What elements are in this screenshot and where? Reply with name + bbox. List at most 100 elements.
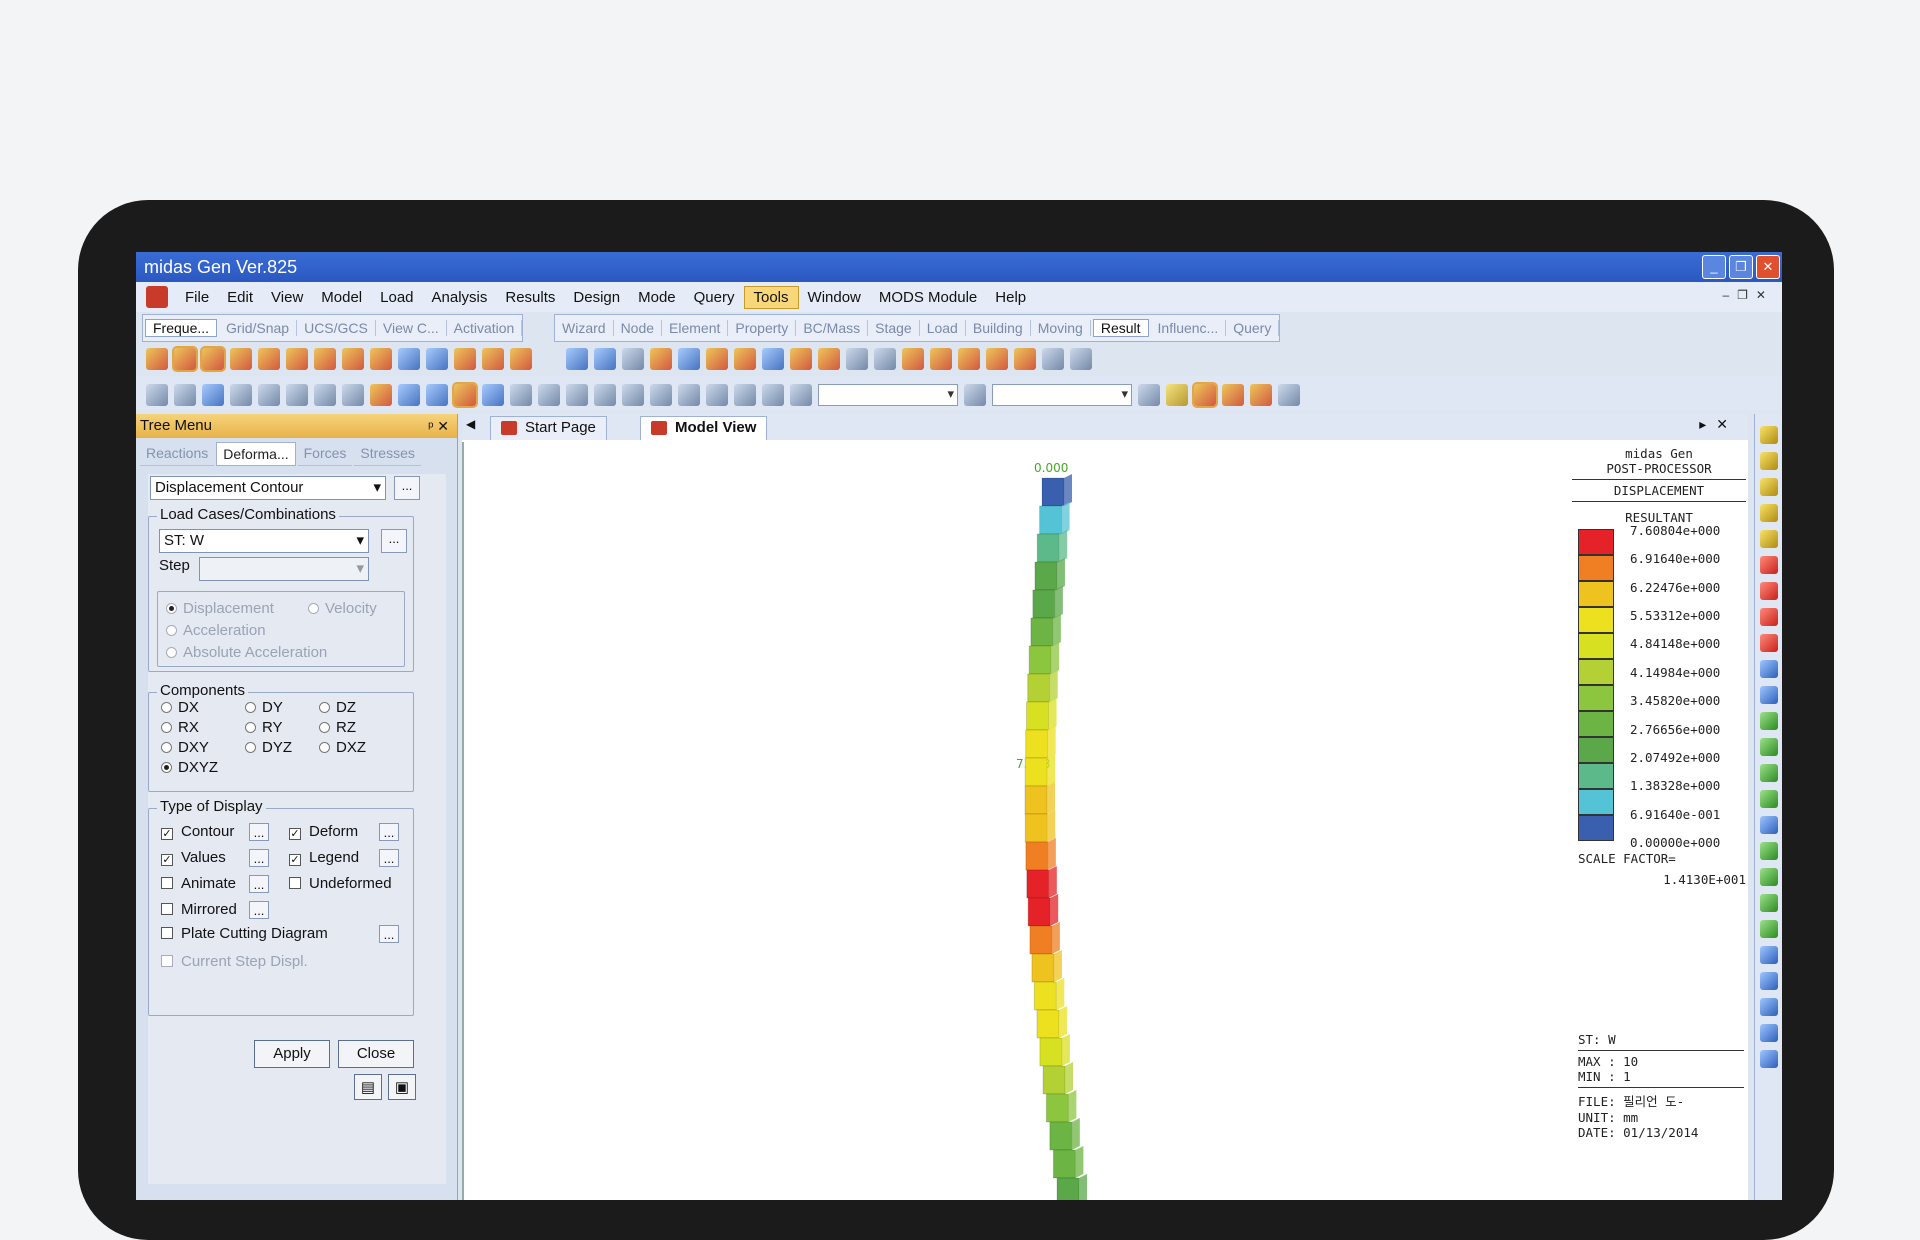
menu-item-analysis[interactable]: Analysis xyxy=(423,287,497,308)
tool-icon[interactable] xyxy=(566,348,588,370)
ribbon-tab[interactable]: Property xyxy=(728,320,797,336)
ribbon-tab[interactable]: Result xyxy=(1092,319,1149,337)
minimize-button[interactable]: _ xyxy=(1702,255,1726,279)
menu-item-file[interactable]: File xyxy=(176,287,218,308)
menu-item-query[interactable]: Query xyxy=(685,287,744,308)
ribbon-tab[interactable]: View C... xyxy=(376,320,447,336)
ribbon-tab[interactable]: Wizard xyxy=(555,320,614,336)
tool-icon[interactable] xyxy=(510,384,532,406)
ribbon-tab[interactable]: Element xyxy=(662,320,729,336)
ribbon-tab[interactable]: BC/Mass xyxy=(796,320,869,336)
step-select[interactable] xyxy=(199,557,369,581)
tree-tab[interactable]: Stresses xyxy=(354,442,421,466)
scroll-left-icon[interactable]: ◀ xyxy=(466,417,475,431)
tool-icon[interactable] xyxy=(370,384,392,406)
tool-icon[interactable] xyxy=(398,348,420,370)
tool-icon[interactable] xyxy=(930,348,952,370)
tool-icon[interactable] xyxy=(594,384,616,406)
close-window-button[interactable]: ✕ xyxy=(1756,255,1780,279)
render-icon[interactable] xyxy=(1759,972,1778,990)
menu-item-edit[interactable]: Edit xyxy=(218,287,262,308)
magnify-icon[interactable] xyxy=(1759,998,1778,1016)
ribbon-tab[interactable]: Activation xyxy=(447,320,523,336)
rotate-icon[interactable] xyxy=(1759,842,1778,860)
tool-icon[interactable] xyxy=(146,348,168,370)
load-case-select[interactable]: ST: W xyxy=(159,529,369,553)
tool-icon[interactable] xyxy=(370,348,392,370)
option-velocity[interactable]: Velocity xyxy=(308,600,377,617)
menu-item-load[interactable]: Load xyxy=(371,287,422,308)
tab-start-page[interactable]: Start Page xyxy=(490,416,607,440)
component-radio-dx[interactable]: DX xyxy=(161,699,199,716)
tool-icon[interactable] xyxy=(342,348,364,370)
tool-icon[interactable] xyxy=(510,348,532,370)
tool-icon[interactable] xyxy=(1138,384,1160,406)
component-radio-dxyz[interactable]: DXYZ xyxy=(161,759,218,776)
tool-icon[interactable] xyxy=(964,384,986,406)
tool-icon[interactable] xyxy=(566,384,588,406)
tab-model-view[interactable]: Model View xyxy=(640,416,768,440)
contour-options-button[interactable]: ... xyxy=(249,823,269,841)
tool-icon[interactable] xyxy=(790,348,812,370)
model-canvas[interactable]: 0.000 7.608 xyxy=(462,442,1748,1200)
tool-icon[interactable] xyxy=(482,384,504,406)
lock-active-icon[interactable] xyxy=(1192,382,1218,408)
tool-icon[interactable] xyxy=(426,384,448,406)
new-file-icon[interactable] xyxy=(146,384,168,406)
tool-icon[interactable] xyxy=(1070,348,1092,370)
tool-icon[interactable] xyxy=(538,384,560,406)
component-radio-dz[interactable]: DZ xyxy=(319,699,356,716)
rotate-icon[interactable] xyxy=(1759,894,1778,912)
menu-item-tools[interactable]: Tools xyxy=(743,285,799,309)
contour-type-select[interactable]: Displacement Contour xyxy=(150,476,386,500)
tool-icon[interactable] xyxy=(734,384,756,406)
tool-icon[interactable] xyxy=(426,348,448,370)
tool-icon[interactable] xyxy=(482,348,504,370)
undeformed-checkbox[interactable]: Undeformed xyxy=(289,875,392,892)
legend-options-button[interactable]: ... xyxy=(379,849,399,867)
tool-icon[interactable] xyxy=(1222,384,1244,406)
option-absolute-acceleration[interactable]: Absolute Acceleration xyxy=(166,644,327,661)
tool-icon[interactable] xyxy=(594,348,616,370)
app-icon[interactable] xyxy=(146,286,168,308)
load-case-options-button[interactable]: ... xyxy=(381,529,407,553)
print-icon[interactable] xyxy=(314,384,336,406)
tool-icon[interactable] xyxy=(1278,384,1300,406)
panel-tool-icon[interactable]: ▤ xyxy=(354,1074,382,1100)
zoom-icon[interactable] xyxy=(1759,452,1778,470)
tool-icon[interactable] xyxy=(622,348,644,370)
component-radio-dyz[interactable]: DYZ xyxy=(245,739,292,756)
tool-icon[interactable] xyxy=(258,348,280,370)
move-icon[interactable] xyxy=(1759,1050,1778,1068)
animate-checkbox[interactable]: Animate xyxy=(161,875,236,892)
panel-tool-icon[interactable]: ▣ xyxy=(388,1074,416,1100)
contour-options-button[interactable]: ... xyxy=(394,476,420,500)
pan-icon[interactable] xyxy=(1759,1024,1778,1042)
lock-icon[interactable] xyxy=(1166,384,1188,406)
tool-icon[interactable] xyxy=(902,348,924,370)
redo-icon[interactable] xyxy=(286,384,308,406)
component-radio-dxy[interactable]: DXY xyxy=(161,739,209,756)
tool-icon[interactable] xyxy=(454,348,476,370)
print-preview-icon[interactable] xyxy=(342,384,364,406)
ribbon-tab[interactable]: Freque... xyxy=(145,319,218,337)
zoom-in-icon[interactable] xyxy=(1759,478,1778,496)
tool-icon[interactable] xyxy=(762,384,784,406)
tool-icon[interactable] xyxy=(874,348,896,370)
axis-icon[interactable] xyxy=(1759,816,1778,834)
plate-cutting-options-button[interactable]: ... xyxy=(379,925,399,943)
component-radio-rx[interactable]: RX xyxy=(161,719,199,736)
iso-view-icon[interactable] xyxy=(1759,712,1778,730)
deform-checkbox[interactable]: ✓ Deform xyxy=(289,823,358,840)
tool-icon[interactable] xyxy=(762,348,784,370)
tool-icon[interactable] xyxy=(200,346,226,372)
arrow-down-icon[interactable] xyxy=(1759,634,1778,652)
ribbon-tab[interactable]: Query xyxy=(1226,320,1280,336)
ribbon-tab[interactable]: Grid/Snap xyxy=(219,320,298,336)
tool-icon[interactable] xyxy=(706,348,728,370)
tool-icon[interactable] xyxy=(1014,348,1036,370)
ribbon-tab[interactable]: Moving xyxy=(1031,320,1091,336)
menu-item-window[interactable]: Window xyxy=(799,287,870,308)
ribbon-tab[interactable]: Load xyxy=(920,320,966,336)
menu-item-view[interactable]: View xyxy=(262,287,312,308)
